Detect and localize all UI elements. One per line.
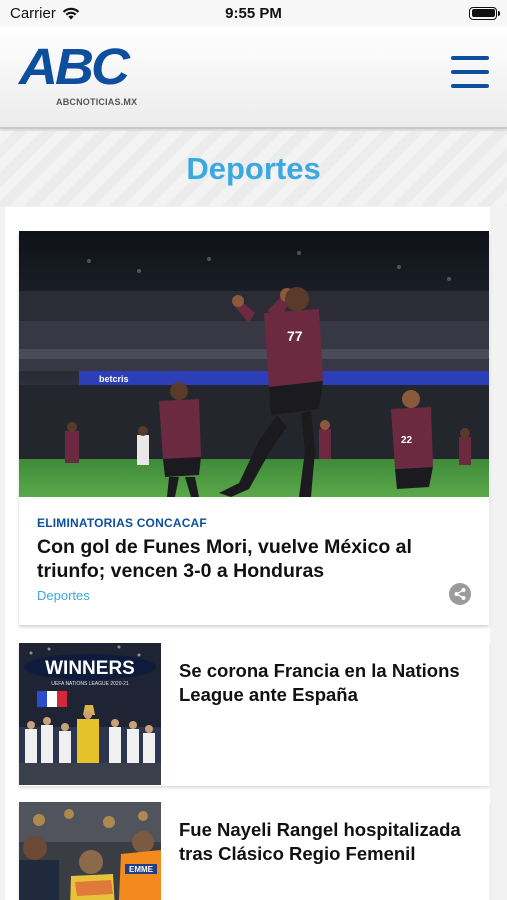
thumb-emme-text: EMME <box>129 865 154 874</box>
article-feed[interactable]: betcris 77 22 ELIMINATORIAS CONCACAF Con… <box>5 207 490 900</box>
featured-article-card[interactable]: betcris 77 22 ELIMINATORIAS CONCACAF Con… <box>19 231 489 625</box>
svg-text:77: 77 <box>287 328 303 344</box>
logo-subtext: ABCNOTICIAS.MX <box>56 97 138 107</box>
featured-article-meta: ELIMINATORIAS CONCACAF Con gol de Funes … <box>37 516 473 583</box>
menu-line <box>451 70 489 74</box>
abc-logo[interactable]: ABC ABCNOTICIAS.MX <box>19 40 144 112</box>
status-bar: Carrier 9:55 PM <box>0 0 507 26</box>
svg-text:22: 22 <box>401 435 413 446</box>
featured-headline[interactable]: Con gol de Funes Mori, vuelve México al … <box>37 535 473 583</box>
article-headline[interactable]: Se corona Francia en la Nations League a… <box>179 659 477 707</box>
section-link[interactable]: Deportes <box>37 588 90 603</box>
list-item[interactable]: EMME Fue Nayeli Rangel hospitalizada tra… <box>19 802 489 900</box>
carrier-label: Carrier <box>10 4 56 22</box>
thumb-winners-text: WINNERS <box>45 658 135 679</box>
battery-icon <box>469 6 500 20</box>
article-thumbnail[interactable]: EMME <box>19 802 161 900</box>
list-item[interactable]: WINNERS UEFA NATIONS LEAGUE 2020-21 Se c… <box>19 643 489 786</box>
ad-banner-text: betcris <box>99 374 129 384</box>
menu-line <box>451 56 489 60</box>
player-hospital-image: EMME <box>19 802 161 900</box>
featured-article-image[interactable]: betcris 77 22 <box>19 231 489 497</box>
article-thumbnail[interactable]: WINNERS UEFA NATIONS LEAGUE 2020-21 <box>19 643 161 785</box>
logo-mark: ABC <box>19 38 130 96</box>
article-headline[interactable]: Fue Nayeli Rangel hospitalizada tras Clá… <box>179 818 477 866</box>
thumb-league-text: UEFA NATIONS LEAGUE 2020-21 <box>51 681 129 687</box>
soccer-celebration-image: betcris 77 22 <box>19 231 489 497</box>
menu-line <box>451 84 489 88</box>
section-title: Deportes <box>186 150 321 186</box>
app-header: ABC ABCNOTICIAS.MX <box>0 26 507 129</box>
share-icon[interactable] <box>449 583 471 605</box>
status-left: Carrier <box>10 5 80 22</box>
battery-fill <box>471 9 495 17</box>
hamburger-icon[interactable] <box>451 56 489 88</box>
winners-trophy-image: WINNERS UEFA NATIONS LEAGUE 2020-21 <box>19 643 161 785</box>
article-kicker: ELIMINATORIAS CONCACAF <box>37 516 207 530</box>
section-header: Deportes <box>0 131 507 206</box>
wifi-icon <box>62 7 80 20</box>
